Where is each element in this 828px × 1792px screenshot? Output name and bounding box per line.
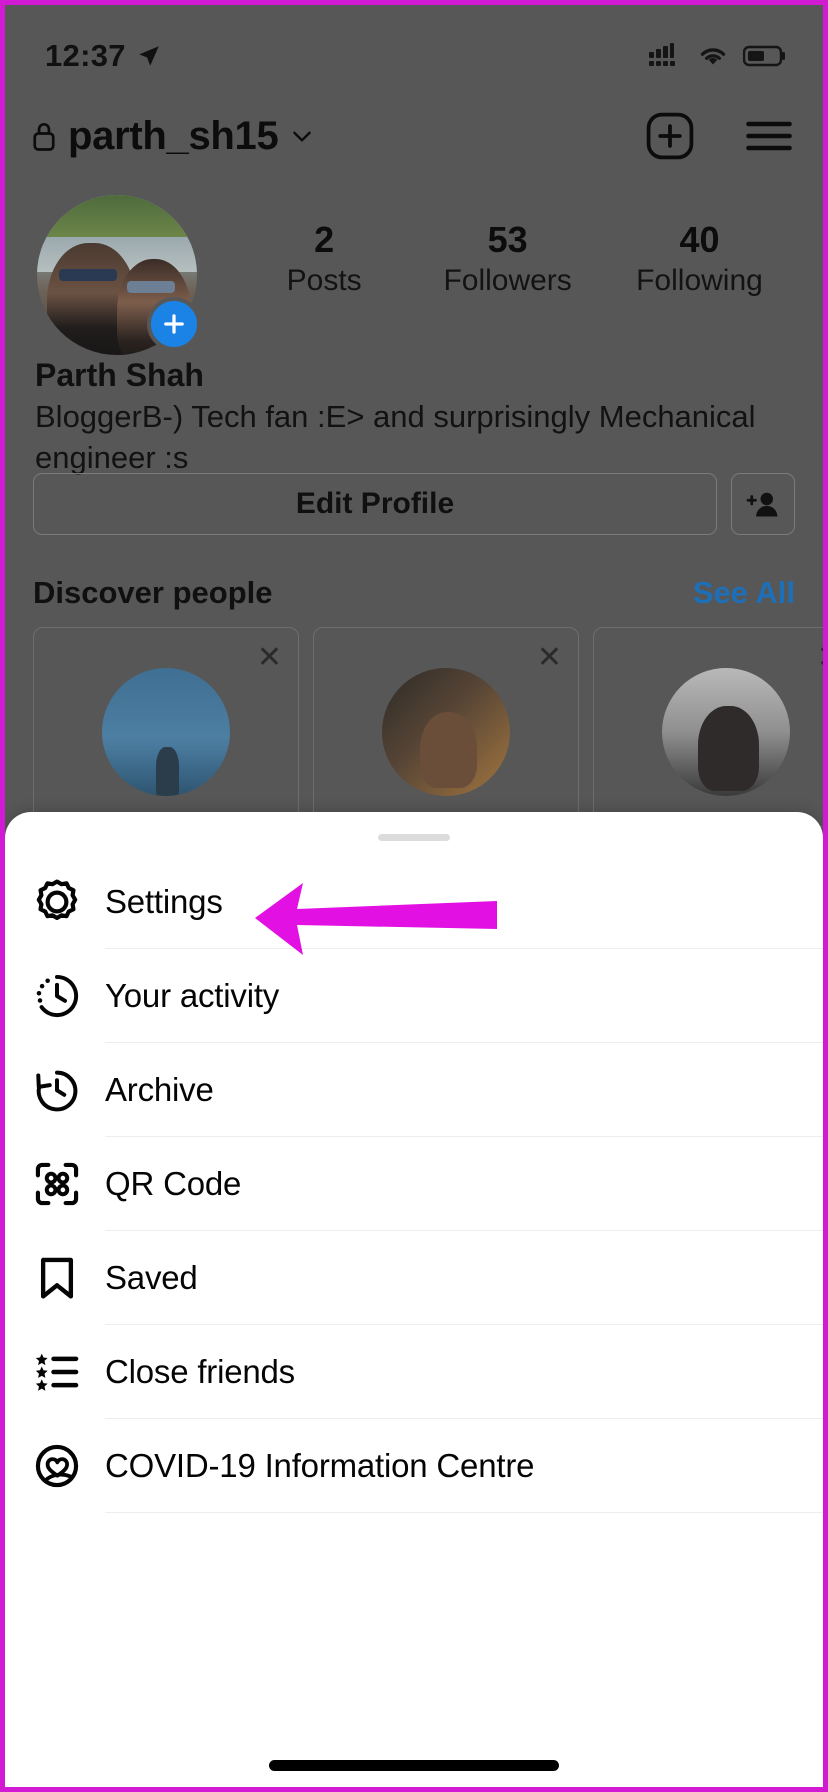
discover-people-list: ✕ ✕ ✕: [33, 627, 823, 827]
menu-item-your-activity[interactable]: Your activity: [5, 949, 823, 1043]
menu-item-label: COVID-19 Information Centre: [105, 1447, 535, 1484]
status-bar-left: 12:37: [45, 38, 162, 74]
edit-profile-button[interactable]: Edit Profile: [33, 473, 717, 535]
suggested-user-card[interactable]: ✕: [313, 627, 579, 827]
status-bar-clock: 12:37: [45, 38, 126, 73]
suggested-user-avatar-1: [102, 668, 230, 796]
stat-value: 2: [314, 219, 335, 260]
menu-list: Settings Your activity Archive QR Code S…: [5, 855, 823, 1513]
stat-followers[interactable]: 53 Followers: [443, 219, 571, 298]
status-bar: 12:37: [5, 5, 823, 85]
bookmark-icon: [31, 1252, 105, 1304]
chevron-down-icon: [293, 131, 312, 142]
profile-stats-row: 2 Posts 53 Followers 40 Following: [5, 195, 823, 355]
stat-label: Followers: [443, 264, 572, 298]
plus-icon: [164, 314, 184, 334]
see-all-link[interactable]: See All: [693, 575, 795, 611]
stat-label: Following: [636, 264, 763, 298]
add-person-icon: [746, 492, 778, 517]
header-actions: [645, 111, 793, 161]
sheet-drag-handle[interactable]: [378, 834, 450, 841]
stat-value: 53: [487, 219, 528, 260]
stat-label: Posts: [286, 264, 362, 298]
discover-people-button[interactable]: [731, 473, 795, 535]
close-icon[interactable]: ✕: [537, 640, 562, 675]
stat-following[interactable]: 40 Following: [636, 219, 763, 298]
menu-item-label: Saved: [105, 1259, 198, 1296]
menu-item-qr-code[interactable]: QR Code: [5, 1137, 823, 1231]
covid-heart-icon: [31, 1440, 105, 1492]
close-icon[interactable]: ✕: [817, 640, 823, 675]
menu-item-label: Your activity: [105, 977, 280, 1014]
menu-item-label: Close friends: [105, 1353, 295, 1390]
profile-top-bar: parth_sh15: [5, 93, 823, 179]
stats-group: 2 Posts 53 Followers 40 Following: [197, 195, 823, 298]
profile-full-name: Parth Shah: [35, 357, 204, 393]
plus-box-icon[interactable]: [645, 111, 695, 161]
home-indicator[interactable]: [269, 1760, 559, 1771]
avatar[interactable]: [37, 195, 201, 355]
suggested-user-avatar-2: [382, 668, 510, 796]
archive-history-icon: [31, 1064, 105, 1116]
suggested-user-avatar-3: [662, 668, 790, 796]
menu-item-settings[interactable]: Settings: [5, 855, 823, 949]
location-arrow-icon: [139, 46, 159, 66]
profile-bio: BloggerB-) Tech fan :E> and surprisingly…: [35, 399, 756, 475]
cellular-signal-icon: [649, 43, 675, 66]
suggested-user-card[interactable]: ✕: [33, 627, 299, 827]
menu-item-archive[interactable]: Archive: [5, 1043, 823, 1137]
menu-item-saved[interactable]: Saved: [5, 1231, 823, 1325]
menu-item-label: Archive: [105, 1071, 214, 1108]
close-friends-star-list-icon: [31, 1346, 105, 1398]
profile-username: parth_sh15: [68, 113, 279, 158]
qr-code-icon: [31, 1158, 105, 1210]
profile-menu-sheet: Settings Your activity Archive QR Code S…: [5, 812, 823, 1787]
phone-screen: 12:37 parth_sh15 2 Posts 53 Followers 40…: [0, 0, 828, 1792]
username-switcher[interactable]: parth_sh15: [31, 114, 645, 159]
wifi-icon: [700, 48, 726, 65]
discover-people-title: Discover people: [33, 575, 273, 610]
battery-icon: [743, 45, 785, 67]
status-bar-right: [649, 43, 787, 69]
menu-item-close-friends[interactable]: Close friends: [5, 1325, 823, 1419]
menu-item-label: QR Code: [105, 1165, 242, 1202]
add-story-button[interactable]: [147, 297, 201, 351]
activity-clock-icon: [31, 970, 105, 1022]
menu-item-label: Settings: [105, 883, 223, 920]
close-icon[interactable]: ✕: [257, 640, 282, 675]
gear-icon: [31, 876, 105, 928]
discover-people-header: Discover people See All: [33, 575, 795, 611]
suggested-user-card[interactable]: ✕: [593, 627, 823, 827]
stat-posts[interactable]: 2 Posts: [269, 219, 379, 298]
menu-item-covid-information-centre[interactable]: COVID-19 Information Centre: [5, 1419, 823, 1513]
stat-value: 40: [679, 219, 720, 260]
profile-action-row: Edit Profile: [33, 473, 795, 535]
lock-icon: [33, 123, 55, 151]
hamburger-menu-icon[interactable]: [745, 116, 793, 156]
